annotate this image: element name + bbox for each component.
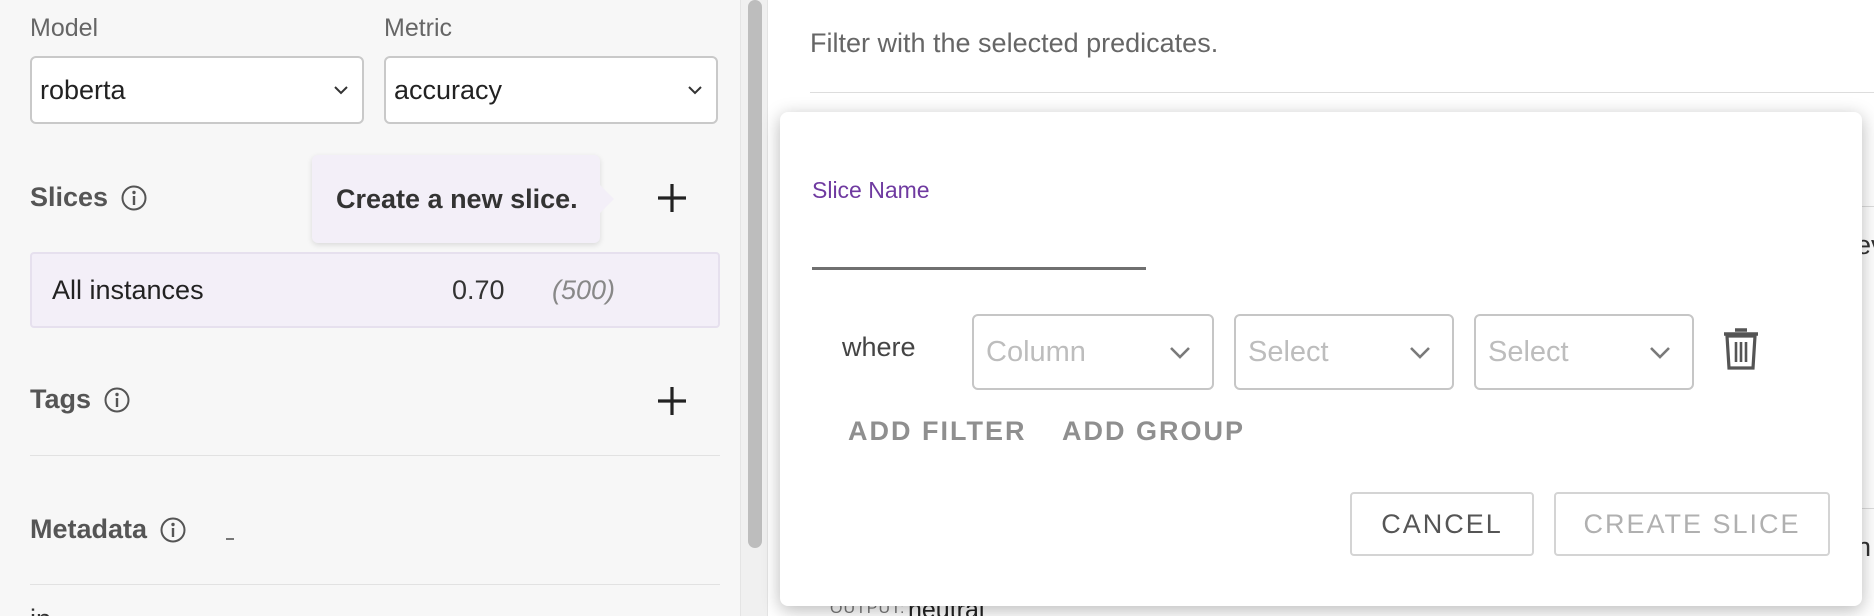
operator-select[interactable]: Select [1234, 314, 1454, 390]
info-icon[interactable] [120, 184, 148, 212]
slice-metric-value: 0.70 [452, 275, 505, 305]
delete-filter-trash-icon[interactable] [1722, 326, 1760, 370]
value-select-placeholder: Select [1488, 335, 1569, 368]
slice-name-label: Slice Name [812, 177, 930, 203]
main-divider [810, 92, 1874, 93]
column-select-placeholder: Column [986, 335, 1086, 368]
next-section-partial-text: in [30, 604, 51, 616]
add-slice-plus-icon[interactable] [655, 181, 689, 215]
slices-section-title: Slices [30, 182, 148, 213]
section-divider [30, 584, 720, 585]
chevron-down-icon [1170, 347, 1190, 359]
operator-select-placeholder: Select [1248, 335, 1329, 368]
slice-name: All instances [52, 275, 204, 305]
where-label: where [842, 332, 916, 362]
chevron-down-icon [1410, 347, 1430, 359]
cancel-button[interactable]: CANCEL [1350, 492, 1534, 556]
value-select[interactable]: Select [1474, 314, 1694, 390]
model-label: Model [30, 14, 99, 42]
add-group-button[interactable]: ADD GROUP [1062, 416, 1245, 447]
chevron-down-icon [334, 86, 348, 95]
slices-title: Slices [30, 182, 109, 212]
metric-select[interactable]: accuracy [384, 56, 718, 124]
metric-label: Metric [384, 14, 453, 42]
metadata-section-title: Metadata [30, 514, 187, 545]
metadata-tick-mark [226, 538, 234, 540]
slice-row-all-instances[interactable]: All instances 0.70 (500) [30, 252, 720, 328]
chevron-down-icon [688, 86, 702, 95]
model-select[interactable]: roberta [30, 56, 364, 124]
add-tag-plus-icon[interactable] [655, 384, 689, 418]
create-slice-tooltip: Create a new slice. [312, 155, 614, 243]
metric-select-value: accuracy [394, 74, 503, 105]
filter-hint-text: Filter with the selected predicates. [810, 28, 1219, 58]
section-divider [30, 455, 720, 456]
chevron-down-icon [1650, 347, 1670, 359]
info-icon[interactable] [159, 516, 187, 544]
sidebar-scroll-thumb[interactable] [748, 0, 762, 548]
metadata-title: Metadata [30, 514, 148, 544]
slice-name-input[interactable] [812, 206, 1146, 270]
info-icon[interactable] [103, 386, 131, 414]
sidebar: Model roberta Metric accuracy Slices Cre… [0, 0, 740, 616]
slice-count: (500) [552, 275, 616, 305]
add-filter-button[interactable]: ADD FILTER [848, 416, 1026, 447]
model-select-value: roberta [40, 74, 126, 105]
tags-title: Tags [30, 384, 92, 414]
column-select[interactable]: Column [972, 314, 1214, 390]
create-slice-button[interactable]: CREATE SLICE [1554, 492, 1830, 556]
tags-section-title: Tags [30, 384, 131, 415]
